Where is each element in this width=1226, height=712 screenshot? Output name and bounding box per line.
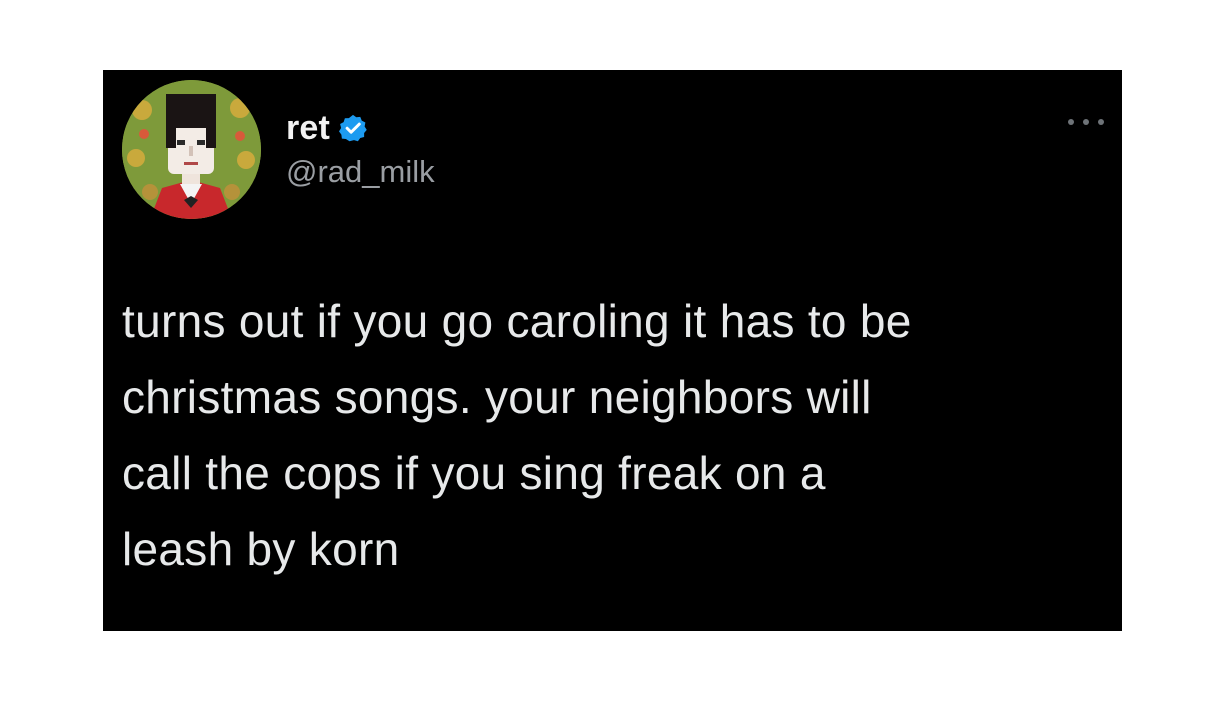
more-dot (1083, 119, 1089, 125)
display-name[interactable]: ret (286, 109, 330, 148)
name-row: ret (286, 106, 435, 150)
more-dot (1098, 119, 1104, 125)
author-block: ret @rad_milk (286, 106, 435, 190)
user-handle[interactable]: @rad_milk (286, 154, 435, 190)
more-dot (1068, 119, 1074, 125)
verified-badge-icon (338, 113, 368, 143)
avatar-image (122, 80, 261, 219)
more-options-icon[interactable] (1068, 116, 1104, 128)
avatar[interactable] (122, 80, 261, 219)
tweet-text: turns out if you go caroling it has to b… (122, 295, 912, 575)
tweet-card: ret @rad_milk turns out if you go caroli… (103, 70, 1122, 631)
